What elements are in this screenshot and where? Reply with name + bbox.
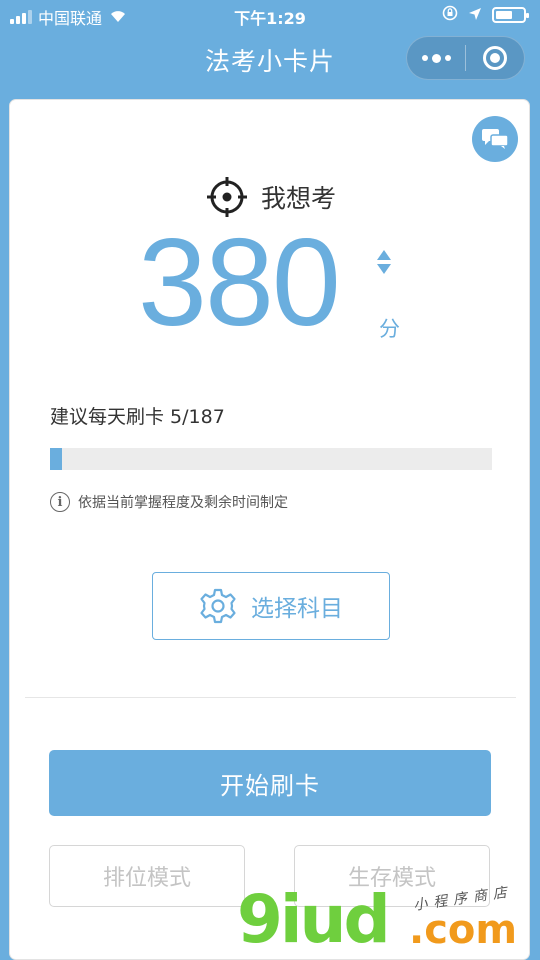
gear-icon [200, 588, 236, 624]
more-button[interactable] [407, 36, 465, 80]
chat-button[interactable] [472, 116, 518, 162]
select-subject-label: 选择科目 [251, 596, 343, 622]
target-label: 我想考 [260, 184, 336, 213]
rank-mode-button[interactable]: 排位模式 [49, 845, 245, 907]
score-stepper[interactable] [377, 250, 393, 274]
nav-bar: 法考小卡片 [0, 30, 540, 90]
status-bar: 中国联通 下午1:29 [0, 0, 540, 30]
battery-fill [496, 11, 512, 19]
close-target-icon [483, 46, 507, 70]
score-unit: 分 [379, 317, 400, 341]
start-review-button[interactable]: 开始刷卡 [49, 750, 491, 816]
section-divider [25, 697, 516, 698]
note-text: 依据当前掌握程度及剩余时间制定 [78, 495, 288, 511]
more-dots-icon [421, 53, 451, 63]
suggestion-note: i 依据当前掌握程度及剩余时间制定 [50, 492, 288, 512]
daily-suggestion: 建议每天刷卡 5/187 [50, 406, 225, 428]
arrow-up-icon[interactable] [377, 250, 391, 260]
progress-fill [50, 448, 62, 470]
mini-program-capsule [406, 36, 525, 80]
daily-progress-bar [50, 448, 492, 470]
select-subject-button[interactable]: 选择科目 [152, 572, 390, 640]
location-icon [468, 6, 482, 25]
arrow-down-icon[interactable] [377, 264, 391, 274]
main-card: 我想考 380 分 建议每天刷卡 5/187 i 依据当前掌握程度及剩余时间制定… [9, 99, 530, 960]
target-score-value[interactable]: 380 [138, 218, 341, 348]
info-icon: i [50, 492, 70, 512]
rotation-lock-icon [442, 5, 458, 25]
close-button[interactable] [466, 36, 524, 80]
battery-icon [492, 7, 529, 23]
status-right [442, 5, 529, 25]
survival-mode-button[interactable]: 生存模式 [294, 845, 490, 907]
crosshair-icon [206, 177, 247, 217]
chat-bubbles-icon [482, 129, 509, 149]
